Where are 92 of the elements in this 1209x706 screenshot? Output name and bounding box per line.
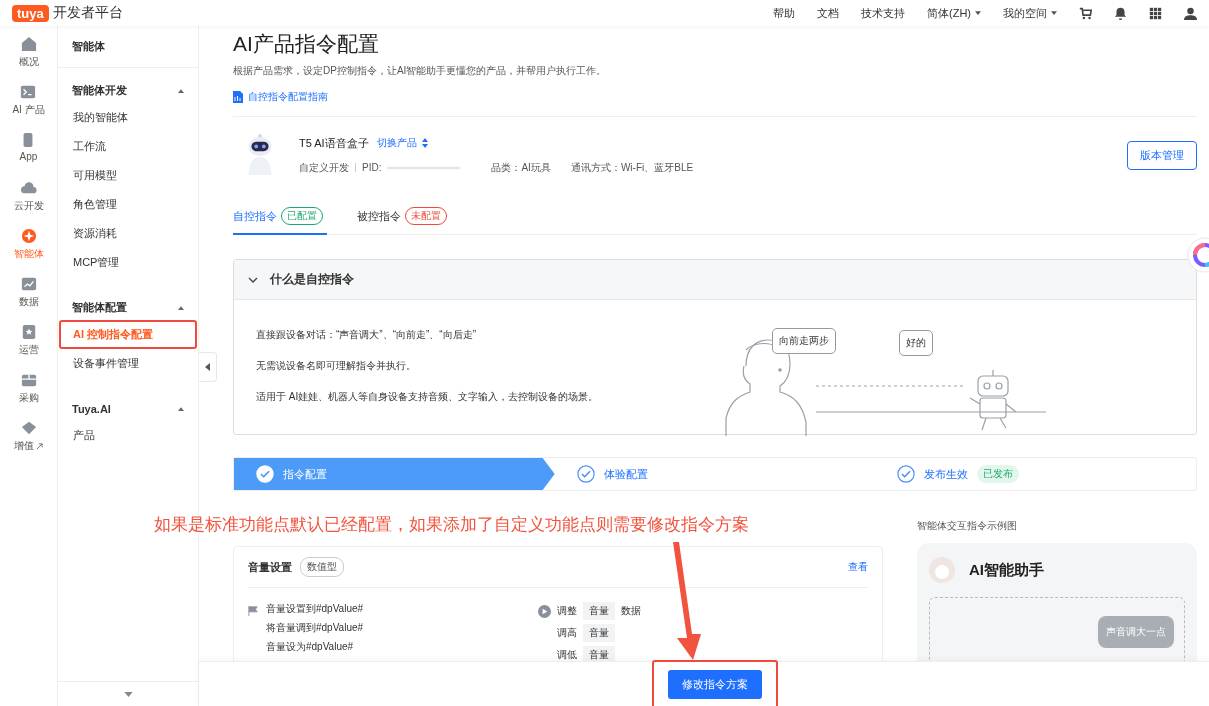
intro-text: 适用于 AI娃娃、机器人等自身设备支持音频、文字输入，去控制设备的场景。 — [256, 390, 600, 404]
sidebar-item[interactable]: 工作流 — [59, 132, 197, 161]
flag-icon — [248, 606, 258, 616]
caret-icon — [178, 305, 184, 310]
sidebar-group[interactable]: Tuya.AI — [58, 396, 198, 421]
document-chart-icon — [233, 91, 243, 103]
sidebar-item[interactable]: 产品 — [59, 421, 197, 450]
action-verb: 调整 — [557, 604, 577, 618]
status-tag: 已发布 — [977, 465, 1020, 483]
sidebar-item[interactable]: 资源消耗 — [59, 219, 197, 248]
header-link[interactable]: 简体(ZH) — [927, 5, 981, 21]
rail-item[interactable]: 采购 — [18, 372, 39, 414]
pid-label: PID: — [362, 162, 382, 173]
guide-link[interactable]: 自控指令配置指南 — [233, 90, 1197, 104]
sidebar-group[interactable]: 智能体配置 — [58, 295, 198, 320]
caret-icon — [178, 88, 184, 93]
sidebar-item[interactable]: 我的智能体 — [59, 103, 197, 132]
spark-icon — [20, 228, 37, 244]
chevron-icon — [248, 276, 258, 283]
rail-item[interactable]: 增值 — [14, 420, 43, 462]
rail-item[interactable]: 云开发 — [13, 180, 44, 222]
sidebar-item[interactable]: MCP管理 — [59, 248, 197, 277]
action-verb: 调低 — [557, 648, 577, 661]
version-button[interactable]: 版本管理 — [1127, 140, 1197, 170]
sidebar-item[interactable]: 可用模型 — [59, 161, 197, 190]
annotation-text: 如果是标准功能点默认已经配置，如果添加了自定义功能点则需要修改指令方案 — [154, 514, 749, 536]
intro-text: 直接跟设备对话：“声音调大”、“向前走”、“向后走” — [256, 328, 477, 342]
check-icon — [897, 465, 916, 483]
check-icon — [576, 465, 595, 483]
rail-item[interactable]: AI 产品 — [12, 84, 45, 126]
param-tag: 音量 — [583, 646, 615, 661]
chart-icon — [20, 276, 37, 292]
view-link[interactable]: 查看 — [848, 560, 868, 574]
action-extra: 数据 — [621, 604, 641, 618]
cloud-icon — [20, 180, 37, 196]
badge-icon — [20, 324, 37, 340]
rail-item[interactable]: 概况 — [18, 36, 39, 78]
tab[interactable]: 自控指令 已配置 — [233, 205, 327, 235]
box-icon — [20, 372, 37, 388]
phrase-text: 将音量调到#dpValue# — [266, 621, 364, 635]
switch-product-link[interactable]: 切换产品 — [376, 136, 428, 150]
play-icon[interactable] — [538, 604, 551, 618]
param-tag: 音量 — [583, 602, 615, 620]
sidebar-group[interactable]: 智能体开发 — [58, 78, 198, 103]
cart-icon[interactable] — [1079, 6, 1092, 20]
modify-plan-button[interactable]: 修改指令方案 — [668, 669, 762, 699]
assistant-avatar — [929, 557, 955, 583]
command-name: 音量设置 — [248, 559, 292, 575]
header-link[interactable]: 文档 — [817, 5, 839, 21]
page-title: AI产品指令配置 — [233, 31, 380, 57]
action-verb: 调高 — [557, 626, 577, 640]
rail-item[interactable]: 运营 — [18, 324, 39, 366]
caret-icon — [1051, 11, 1057, 15]
user-icon[interactable] — [1184, 6, 1197, 20]
caret-icon — [975, 11, 981, 15]
home-icon — [20, 36, 37, 52]
sidebar-item[interactable]: 设备事件管理 — [59, 349, 197, 378]
speech-bubble: 好的 — [899, 330, 933, 356]
intro-text: 无需说设备名即可理解指令并执行。 — [256, 359, 417, 373]
sort-caret-icon — [421, 138, 428, 148]
sidebar-item[interactable]: 角色管理 — [59, 190, 197, 219]
category-text: 品类：AI玩具 — [491, 160, 551, 175]
caret-icon — [178, 406, 184, 411]
rail-item[interactable]: App — [19, 132, 38, 174]
speech-bubble: 向前走两步 — [772, 328, 836, 354]
tab[interactable]: 被控指令 未配置 — [357, 205, 447, 235]
platform-title: 开发者平台 — [52, 4, 123, 22]
collapse-handle[interactable] — [199, 352, 217, 382]
apps-grid-icon[interactable] — [1149, 6, 1162, 20]
assistant-name: AI智能助手 — [969, 560, 1044, 580]
dev-type: 自定义开发 — [299, 160, 349, 175]
check-icon — [256, 465, 274, 483]
phrase-text: 音量设置到#dpValue# — [266, 602, 364, 616]
example-label: 智能体交互指令示例图 — [917, 519, 1018, 533]
type-tag: 数值型 — [300, 557, 344, 577]
product-name: T5 AI语音盒子 — [299, 135, 369, 151]
external-link-icon — [36, 442, 43, 450]
bell-icon[interactable] — [1114, 6, 1127, 20]
sidebar-title: 智能体 — [58, 26, 198, 68]
rail-item[interactable]: 数据 — [18, 276, 39, 318]
caret-icon[interactable] — [123, 691, 133, 697]
caret-icon — [205, 363, 210, 371]
header-link[interactable]: 我的空间 — [1003, 5, 1057, 21]
phrase-text: 音量设为#dpValue# — [266, 640, 355, 654]
connectivity-text: 通讯方式：Wi-Fi、蓝牙BLE — [570, 160, 694, 175]
terminal-icon — [20, 84, 37, 100]
header-link[interactable]: 帮助 — [773, 5, 795, 21]
header-link[interactable]: 技术支持 — [861, 5, 905, 21]
param-tag: 音量 — [583, 624, 615, 642]
panel-header[interactable]: 什么是自控指令 — [234, 260, 1196, 300]
page-description: 根据产品需求，设定DP控制指令，让AI智能助手更懂您的产品，并帮用户执行工作。 — [233, 64, 608, 78]
gem-icon — [20, 420, 37, 436]
